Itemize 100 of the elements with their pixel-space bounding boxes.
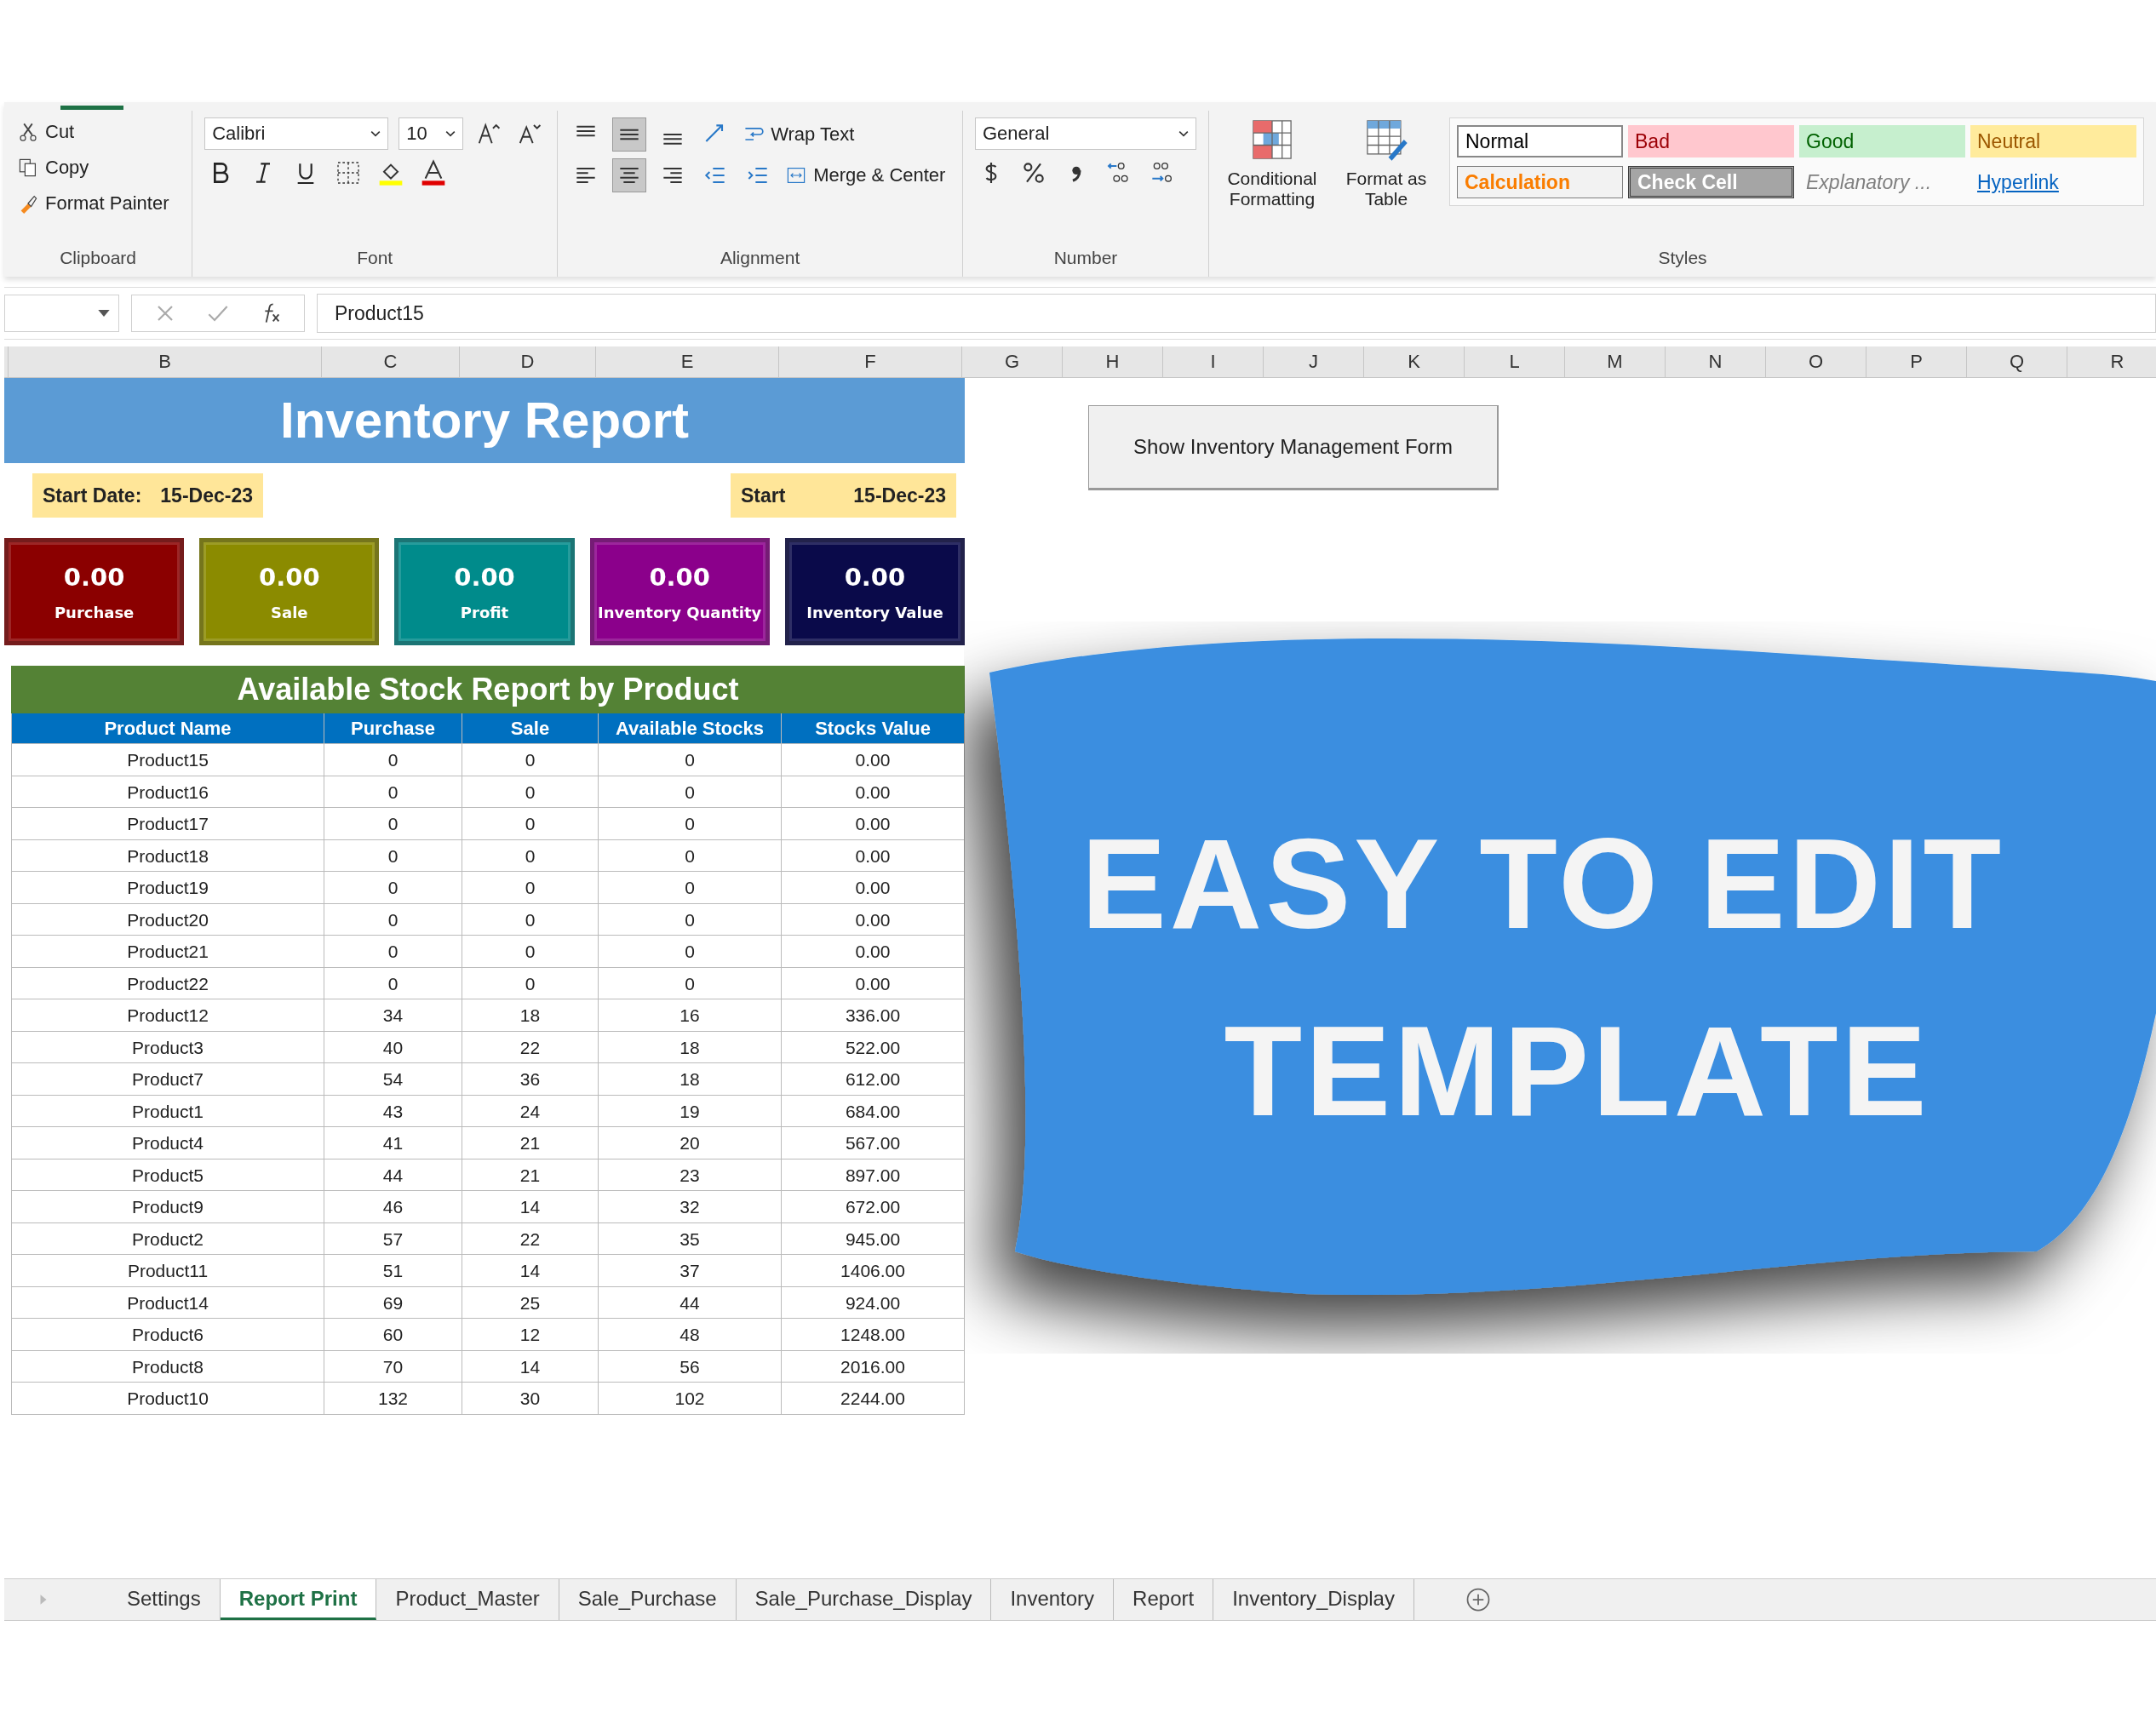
formula-input[interactable]: Product15 xyxy=(317,294,2156,333)
table-cell: Product14 xyxy=(11,1286,324,1319)
table-cell: 34 xyxy=(324,999,462,1032)
sheet-tab[interactable]: Report xyxy=(1114,1579,1214,1620)
start-value: 15-Dec-23 xyxy=(853,484,946,507)
table-cell: 684.00 xyxy=(782,1095,965,1127)
table-cell: 37 xyxy=(599,1255,782,1287)
table-grid-icon xyxy=(1250,117,1294,162)
scissors-icon xyxy=(18,122,38,142)
banner-headline: TEMPLATE xyxy=(1224,999,1930,1142)
table-cell: 44 xyxy=(599,1286,782,1319)
table-cell: 23 xyxy=(599,1159,782,1191)
merge-center-button[interactable]: Merge & Center xyxy=(784,161,948,190)
wrap-text-button[interactable]: Wrap Text xyxy=(742,120,857,149)
table-cell: Product18 xyxy=(11,839,324,872)
column-header[interactable]: I xyxy=(1163,346,1264,377)
table-cell: 0 xyxy=(462,872,599,904)
conditional-formatting-button[interactable]: Conditional Formatting xyxy=(1221,117,1323,209)
card-value: 0.00 xyxy=(454,562,515,592)
column-header[interactable]: G xyxy=(962,346,1063,377)
column-heading: Stocks Value xyxy=(782,713,965,744)
table-cell: 567.00 xyxy=(782,1127,965,1159)
format-as-table-button[interactable]: Format as Table xyxy=(1335,117,1437,209)
table-cell: 56 xyxy=(599,1350,782,1383)
copy-button[interactable]: Copy xyxy=(16,153,181,182)
number-format-dropdown[interactable]: General xyxy=(975,117,1196,150)
table-cell: 945.00 xyxy=(782,1222,965,1255)
cell-style-option[interactable]: Neutral xyxy=(1970,125,2136,157)
card-value: 0.00 xyxy=(259,562,320,592)
column-header[interactable]: M xyxy=(1565,346,1666,377)
sheet-tab[interactable]: Report Print xyxy=(220,1579,377,1620)
table-cell: 0 xyxy=(324,967,462,999)
show-form-button[interactable]: Show Inventory Management Form xyxy=(1088,405,1499,490)
sheet-tab[interactable]: Sale_Purchase xyxy=(559,1579,737,1620)
table-cell: 18 xyxy=(599,1063,782,1096)
sheet-tab[interactable]: Settings xyxy=(108,1579,221,1620)
group-label: Number xyxy=(1052,248,1119,269)
group-label: Clipboard xyxy=(59,248,137,269)
table-cell: 57 xyxy=(324,1222,462,1255)
cell-style-option[interactable]: Good xyxy=(1799,125,1965,157)
chevron-icon xyxy=(1178,130,1189,137)
column-header[interactable]: C xyxy=(322,346,460,377)
card-value: 0.00 xyxy=(844,562,906,592)
table-cell: 25 xyxy=(462,1286,599,1319)
sheet-tab[interactable]: Product_Master xyxy=(376,1579,559,1620)
align-middle-icon[interactable] xyxy=(612,117,647,152)
cell-style-option[interactable]: Bad xyxy=(1628,125,1794,157)
table-cell: 0 xyxy=(599,936,782,968)
sheet-tab[interactable]: Inventory_Display xyxy=(1213,1579,1414,1620)
table-cell: Product8 xyxy=(11,1350,324,1383)
font-size-dropdown[interactable]: 10 xyxy=(399,117,464,150)
column-header[interactable]: H xyxy=(1063,346,1163,377)
cut-button[interactable]: Cut xyxy=(16,117,181,146)
table-cell: 0 xyxy=(599,872,782,904)
table-cell: Product4 xyxy=(11,1127,324,1159)
table-cell: Product7 xyxy=(11,1063,324,1096)
table-cell: 35 xyxy=(599,1222,782,1255)
column-header[interactable]: J xyxy=(1264,346,1364,377)
table-cell: 16 xyxy=(599,999,782,1032)
table-cell: 102 xyxy=(599,1383,782,1415)
cell-style-option[interactable]: Hyperlink xyxy=(1970,166,2136,198)
column-header[interactable]: E xyxy=(596,346,779,377)
card-value: 0.00 xyxy=(63,562,125,592)
table-cell: 0 xyxy=(324,839,462,872)
column-header[interactable]: R xyxy=(2067,346,2156,377)
start-date-label: Start Date: xyxy=(43,484,142,507)
table-cell: 0 xyxy=(599,776,782,808)
group-label: Font xyxy=(356,248,394,269)
column-header[interactable]: F xyxy=(779,346,962,377)
column-header[interactable]: O xyxy=(1766,346,1866,377)
table-cell: 0 xyxy=(324,903,462,936)
cell-style-option[interactable]: Normal xyxy=(1457,125,1623,157)
table-cell: Product15 xyxy=(11,744,324,776)
card-value: 0.00 xyxy=(649,562,710,592)
sheet-tab[interactable]: Sale_Purchase_Display xyxy=(736,1579,992,1620)
card-label: Purchase xyxy=(54,603,135,621)
table-cell: 522.00 xyxy=(782,1031,965,1063)
column-header[interactable]: D xyxy=(460,346,596,377)
table-cell: 0 xyxy=(324,936,462,968)
sheet-tab[interactable]: Inventory xyxy=(991,1579,1115,1620)
table-cell: 0 xyxy=(599,744,782,776)
table-cell: Product16 xyxy=(11,776,324,808)
table-cell: 41 xyxy=(324,1127,462,1159)
column-header[interactable]: L xyxy=(1465,346,1565,377)
column-header[interactable]: B xyxy=(9,346,322,377)
table-cell: 0 xyxy=(599,808,782,840)
group-label: Styles xyxy=(1657,248,1708,269)
table-cell: 612.00 xyxy=(782,1063,965,1096)
column-header[interactable]: N xyxy=(1666,346,1766,377)
report-title: Inventory Report xyxy=(4,378,965,463)
column-heading: Product Name xyxy=(11,713,324,744)
format-painter-button[interactable]: Format Painter xyxy=(16,189,181,218)
column-header[interactable]: Q xyxy=(1967,346,2067,377)
table-cell: Product11 xyxy=(11,1255,324,1287)
column-header[interactable]: K xyxy=(1364,346,1465,377)
font-name-dropdown[interactable]: Calibri xyxy=(204,117,389,150)
cell-style-option[interactable]: Explanatory ... xyxy=(1799,166,1965,198)
add-sheet-icon[interactable] xyxy=(1465,1587,1491,1612)
column-header[interactable]: P xyxy=(1866,346,1967,377)
align-center-icon[interactable] xyxy=(612,158,647,192)
